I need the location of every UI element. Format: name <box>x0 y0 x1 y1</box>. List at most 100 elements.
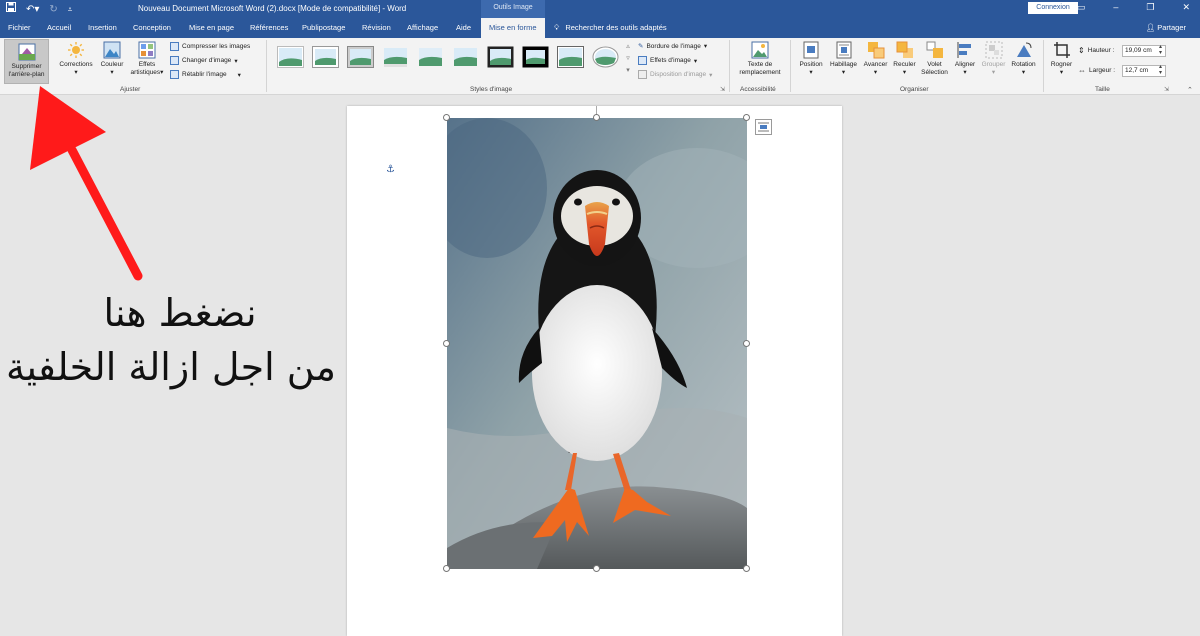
resize-handle[interactable] <box>443 565 450 572</box>
dialog-launcher-icon[interactable]: ⇲ <box>1164 86 1169 93</box>
tab-revision[interactable]: Révision <box>362 23 391 32</box>
rotate-button[interactable]: Rotation ▾ <box>1008 41 1039 77</box>
customize-toolbar-icon[interactable]: ⩡ <box>68 3 73 17</box>
picture-style-thumb[interactable] <box>487 46 514 68</box>
bring-forward-button[interactable]: Avancer ▾ <box>861 41 890 77</box>
collapse-ribbon-icon[interactable]: ⌃ <box>1187 86 1193 94</box>
picture-style-thumb[interactable] <box>522 46 549 68</box>
picture-style-thumb[interactable] <box>592 46 619 68</box>
alt-text-icon <box>751 41 769 59</box>
chevron-down-icon: ▾ <box>963 69 967 76</box>
undo-icon[interactable]: ↶▾ <box>26 3 39 17</box>
change-image-button[interactable]: Changer d'image ▾ <box>170 56 238 65</box>
change-image-label: Changer d'image <box>182 57 232 64</box>
gallery-scroll[interactable]: ▵ ▿ ▾ <box>623 41 633 77</box>
tab-conception[interactable]: Conception <box>133 23 171 32</box>
picture-layout-button[interactable]: Disposition d'image ▾ <box>638 70 712 79</box>
puffin-photo <box>447 118 747 569</box>
tab-mise-en-forme[interactable]: Mise en forme <box>481 18 545 38</box>
send-backward-label: Reculer <box>893 61 916 68</box>
send-backward-icon <box>896 41 913 58</box>
selection-pane-label-1: Volet <box>927 61 942 68</box>
color-button[interactable]: Couleur ▾ <box>97 41 127 77</box>
save-icon[interactable] <box>6 2 16 17</box>
resize-handle[interactable] <box>443 340 450 347</box>
minimize-icon[interactable]: – <box>1113 2 1118 13</box>
crop-label: Rogner <box>1050 61 1073 68</box>
group-objects-button[interactable]: Grouper ▾ <box>979 41 1008 77</box>
color-label: Couleur <box>100 61 124 68</box>
ribbon-display-icon[interactable]: ▭ <box>1077 2 1086 13</box>
picture-style-thumb[interactable] <box>312 46 339 68</box>
width-spinner[interactable]: ▴ ▾ <box>1159 64 1162 76</box>
compress-images-button[interactable]: Compresser les images <box>170 42 250 51</box>
picture-style-thumb[interactable] <box>417 46 444 68</box>
position-button[interactable]: Position ▾ <box>796 41 826 77</box>
restore-icon[interactable]: ❐ <box>1146 2 1154 13</box>
share-button[interactable]: 👤︎ Partager <box>1146 23 1186 32</box>
chevron-down-icon: ▾ <box>110 69 114 76</box>
tell-me-search[interactable]: 💡︎ Rechercher des outils adaptés <box>554 23 667 33</box>
layout-options-button[interactable] <box>755 119 772 135</box>
picture-style-thumb[interactable] <box>382 46 409 68</box>
dialog-launcher-icon[interactable]: ⇲ <box>720 86 725 93</box>
picture-effects-button[interactable]: Effets d'image ▾ <box>638 56 697 65</box>
resize-handle[interactable] <box>743 114 750 121</box>
scroll-up-icon[interactable]: ▵ <box>623 41 633 53</box>
align-button[interactable]: Aligner ▾ <box>951 41 979 77</box>
tab-affichage[interactable]: Affichage <box>407 23 438 32</box>
picture-style-thumb[interactable] <box>557 46 584 68</box>
signin-button[interactable]: Connexion <box>1028 2 1078 14</box>
resize-handle[interactable] <box>593 114 600 121</box>
picture-effects-label: Effets d'image <box>650 57 691 64</box>
rotate-label: Rotation <box>1011 61 1036 68</box>
title-bar: ↶▾ ↻ ⩡ Nouveau Document Microsoft Word (… <box>0 0 1200 18</box>
tab-mise-en-page[interactable]: Mise en page <box>189 23 234 32</box>
color-icon <box>103 41 121 59</box>
picture-border-button[interactable]: ✎ Bordure de l'image ▾ <box>638 42 707 51</box>
change-image-icon <box>170 56 179 65</box>
puffin-image[interactable] <box>447 118 747 569</box>
resize-handle[interactable] <box>443 114 450 121</box>
height-spinner[interactable]: ▴ ▾ <box>1159 44 1162 56</box>
artistic-effects-label-1: Effets <box>138 61 156 68</box>
resize-handle[interactable] <box>743 340 750 347</box>
more-styles-icon[interactable]: ▾ <box>623 65 633 77</box>
reset-image-button[interactable]: Rétablir l'image ▾ <box>170 70 241 79</box>
crop-button[interactable]: Rogner ▾ <box>1048 41 1075 77</box>
resize-handle[interactable] <box>743 565 750 572</box>
picture-style-thumb[interactable] <box>347 46 374 68</box>
wrap-text-icon <box>836 41 851 59</box>
tab-publipostage[interactable]: Publipostage <box>302 23 345 32</box>
redo-icon[interactable]: ↻ <box>49 3 57 17</box>
group-separator <box>266 40 267 92</box>
alt-text-button[interactable]: Texte de remplacement <box>734 41 786 77</box>
wrap-text-button[interactable]: Habillage ▾ <box>827 41 860 77</box>
lightbulb-icon: 💡︎ <box>554 23 560 32</box>
artistic-effects-label-2: artistiques <box>130 69 161 76</box>
selection-pane-button[interactable]: Volet Sélection <box>919 41 950 77</box>
tab-insertion[interactable]: Insertion <box>88 23 117 32</box>
chevron-down-icon: ▾ <box>1059 69 1064 76</box>
tab-aide[interactable]: Aide <box>456 23 471 32</box>
width-control: ⇔ Largeur : <box>1078 66 1115 75</box>
compress-images-label: Compresser les images <box>182 43 251 50</box>
remove-background-button[interactable]: Supprimer l'arrière-plan <box>4 39 49 84</box>
quick-access-toolbar: ↶▾ ↻ ⩡ <box>6 2 72 17</box>
chevron-down-icon: ▾ <box>902 69 907 76</box>
send-backward-button[interactable]: Reculer ▾ <box>890 41 919 77</box>
close-icon[interactable]: ✕ <box>1182 2 1190 13</box>
selection-pane-label-2: Sélection <box>921 69 948 76</box>
tab-fichier[interactable]: Fichier <box>8 23 31 32</box>
picture-style-thumb[interactable] <box>277 46 304 68</box>
resize-handle[interactable] <box>593 565 600 572</box>
tab-references[interactable]: Références <box>250 23 288 32</box>
scroll-down-icon[interactable]: ▿ <box>623 53 633 65</box>
picture-style-thumb[interactable] <box>452 46 479 68</box>
ribbon: Supprimer l'arrière-plan Corrections ▾ C… <box>0 38 1200 95</box>
group-separator <box>790 40 791 92</box>
annotation-line-2: من اجل ازالة الخلفية <box>5 345 337 389</box>
corrections-button[interactable]: Corrections ▾ <box>56 41 96 77</box>
artistic-effects-button[interactable]: Effets artistiques▾ <box>127 41 167 77</box>
tab-accueil[interactable]: Accueil <box>47 23 71 32</box>
